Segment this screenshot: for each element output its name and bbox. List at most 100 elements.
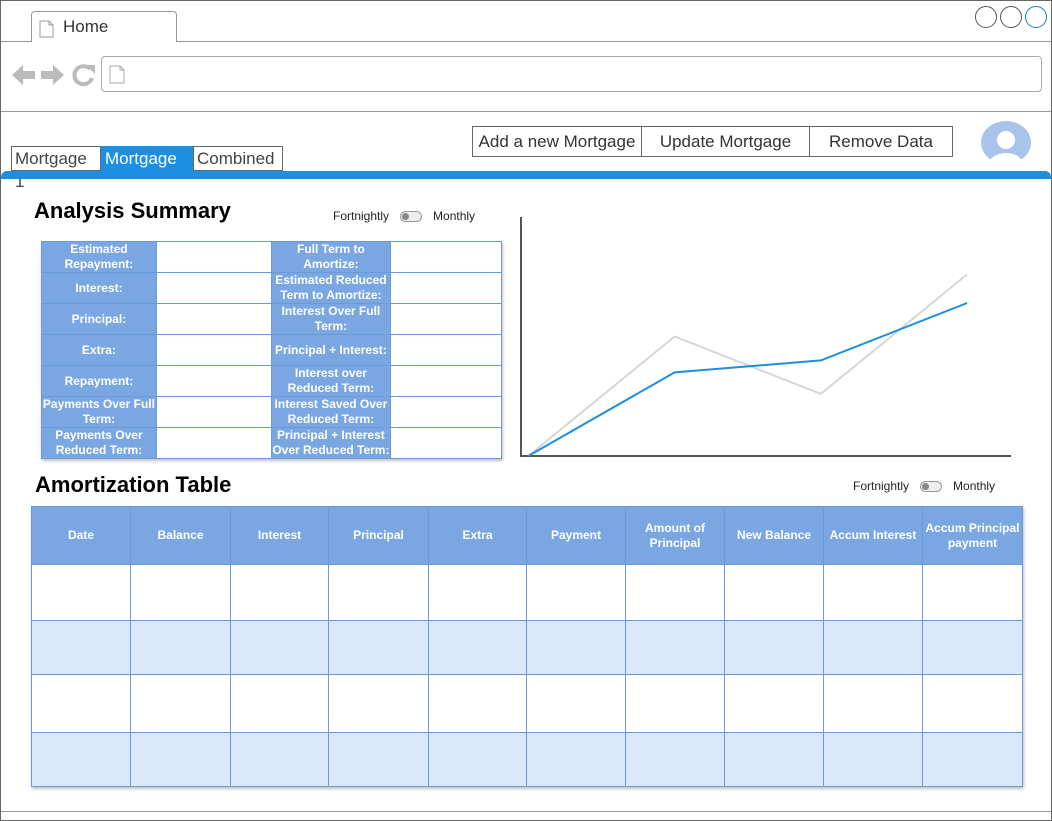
maximize-button[interactable] — [1000, 6, 1022, 28]
summary-value[interactable] — [390, 334, 502, 366]
browser-tabstrip: Home — [1, 1, 1051, 42]
summary-row: Payments Over Reduced Term: Principal + I… — [41, 427, 502, 459]
amortization-table-title: Amortization Table — [35, 472, 232, 497]
table-cell — [428, 732, 527, 787]
table-cell — [328, 620, 429, 675]
summary-value[interactable] — [155, 334, 272, 366]
forward-arrow-icon[interactable] — [39, 62, 65, 88]
back-arrow-icon[interactable] — [11, 62, 37, 88]
summary-value[interactable] — [390, 365, 502, 397]
table-cell — [625, 620, 725, 675]
summary-label: Interest: — [41, 272, 157, 304]
analysis-summary-title: Analysis Summary — [34, 198, 231, 223]
table-cell — [31, 674, 131, 733]
column-header: Date — [31, 506, 131, 565]
table-cell — [823, 674, 923, 733]
table-row — [31, 564, 1023, 621]
summary-label: Estimated Repayment: — [41, 241, 157, 273]
summary-value[interactable] — [155, 396, 272, 428]
summary-label: Repayment: — [41, 365, 157, 397]
address-bar[interactable] — [101, 56, 1042, 92]
remove-data-button[interactable]: Remove Data — [809, 126, 953, 157]
header-divider — [1, 171, 1051, 179]
switch-knob — [922, 482, 930, 490]
window-controls — [975, 6, 1047, 28]
minimize-button[interactable] — [975, 6, 997, 28]
close-button[interactable] — [1025, 6, 1047, 28]
analysis-summary-table: Estimated Repayment: Full Term to Amortiz… — [41, 241, 502, 459]
table-cell — [823, 564, 923, 621]
summary-value[interactable] — [390, 396, 502, 428]
table-cell — [922, 620, 1023, 675]
summary-value[interactable] — [155, 241, 272, 273]
table-cell — [130, 732, 231, 787]
table-row — [31, 732, 1023, 787]
chart-series-line-2 — [527, 273, 968, 457]
column-header: Accum Principal payment — [922, 506, 1023, 565]
summary-label: Full Term to Amortize: — [270, 241, 392, 273]
table-cell — [130, 620, 231, 675]
summary-row: Interest: Estimated Reduced Term to Amort… — [41, 272, 502, 304]
table-cell — [328, 564, 429, 621]
update-mortgage-button[interactable]: Update Mortgage — [641, 126, 810, 157]
browser-tab-label: Home — [63, 17, 109, 36]
avatar[interactable] — [980, 121, 1032, 164]
table-cell — [724, 674, 824, 733]
toggle-label-monthly: Monthly — [433, 209, 476, 223]
toggle-label-fortnightly: Fortnightly — [853, 479, 910, 493]
column-header: Extra — [428, 506, 527, 565]
table-cell — [328, 674, 429, 733]
reload-icon[interactable] — [71, 62, 97, 88]
table-cell — [230, 674, 329, 733]
summary-value[interactable] — [155, 427, 272, 459]
table-cell — [428, 674, 527, 733]
column-header: Accum Interest — [823, 506, 923, 565]
table-cell — [130, 674, 231, 733]
summary-value[interactable] — [390, 303, 502, 335]
table-cell — [230, 732, 329, 787]
amortization-table: Date Balance Interest Principal Extra Payment… — [31, 506, 1023, 787]
table-cell — [526, 564, 626, 621]
tab-combined[interactable]: Combined — [193, 146, 283, 171]
tab-mortgage-1[interactable]: Mortgage 1 — [11, 146, 101, 191]
analysis-chart — [520, 217, 1011, 457]
browser-tab-home[interactable]: Home — [31, 11, 177, 42]
table-cell — [31, 620, 131, 675]
summary-label: Principal + Interest Over Reduced Term: — [270, 427, 392, 459]
browser-window: Home Mortgage 1 Mortgage 2 Combined Add … — [0, 0, 1052, 821]
summary-value[interactable] — [390, 241, 502, 273]
table-row — [31, 674, 1023, 733]
column-header: Amount of Principal — [625, 506, 725, 565]
summary-row: Principal: Interest Over Full Term: — [41, 303, 502, 335]
table-cell — [724, 564, 824, 621]
summary-value[interactable] — [155, 272, 272, 304]
summary-label: Extra: — [41, 334, 157, 366]
summary-row: Estimated Repayment: Full Term to Amortiz… — [41, 241, 502, 273]
column-header: Principal — [328, 506, 429, 565]
table-cell — [625, 564, 725, 621]
column-header: Payment — [526, 506, 626, 565]
table-cell — [130, 564, 231, 621]
summary-value[interactable] — [155, 365, 272, 397]
summary-label: Payments Over Reduced Term: — [41, 427, 157, 459]
summary-value[interactable] — [390, 427, 502, 459]
add-mortgage-button[interactable]: Add a new Mortgage — [472, 126, 642, 157]
tab-mortgage-2[interactable]: Mortgage 2 — [101, 146, 193, 191]
table-cell — [823, 620, 923, 675]
mortgage-tabs: Mortgage 1 Mortgage 2 Combined — [11, 146, 283, 191]
summary-value[interactable] — [155, 303, 272, 335]
frequency-switch[interactable] — [920, 480, 943, 492]
summary-label: Estimated Reduced Term to Amortize: — [270, 272, 392, 304]
address-input[interactable] — [132, 61, 1032, 87]
table-cell — [428, 564, 527, 621]
table-cell — [823, 732, 923, 787]
table-cell — [31, 732, 131, 787]
summary-row: Extra: Principal + Interest: — [41, 334, 502, 366]
table-cell — [31, 564, 131, 621]
amortization-frequency-toggle: Fortnightly Monthly — [853, 479, 995, 493]
frequency-switch[interactable] — [400, 210, 423, 222]
summary-label: Principal + Interest: — [270, 334, 392, 366]
column-header: New Balance — [724, 506, 824, 565]
table-cell — [922, 564, 1023, 621]
summary-value[interactable] — [390, 272, 502, 304]
